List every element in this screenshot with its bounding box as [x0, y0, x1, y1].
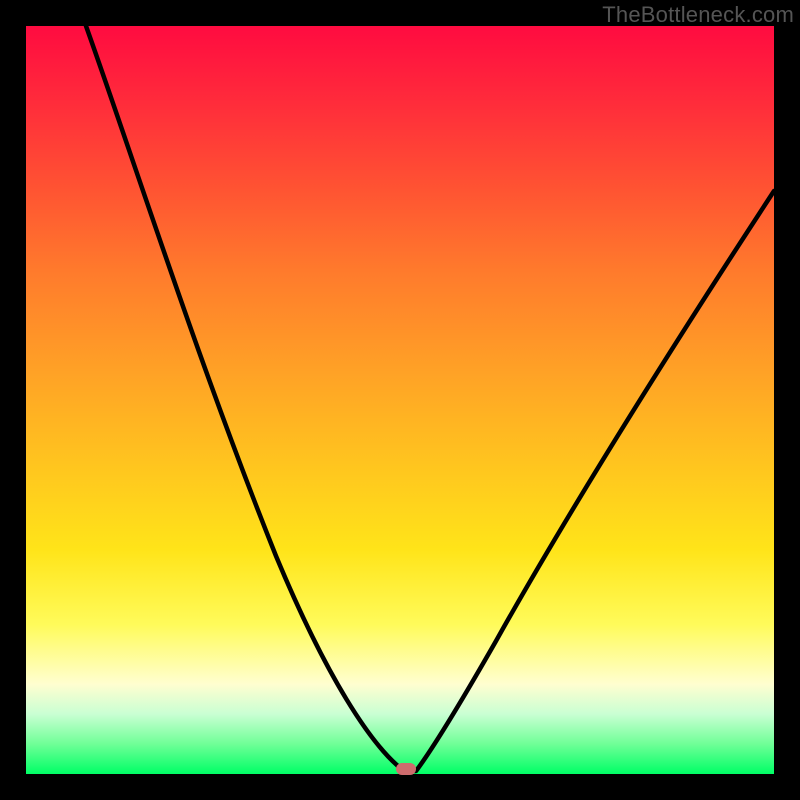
chart-frame: TheBottleneck.com — [0, 0, 800, 800]
optimal-point-marker — [396, 763, 416, 775]
curve-path — [86, 26, 774, 771]
bottleneck-curve — [26, 26, 774, 774]
watermark-text: TheBottleneck.com — [602, 2, 794, 28]
plot-area — [26, 26, 774, 774]
